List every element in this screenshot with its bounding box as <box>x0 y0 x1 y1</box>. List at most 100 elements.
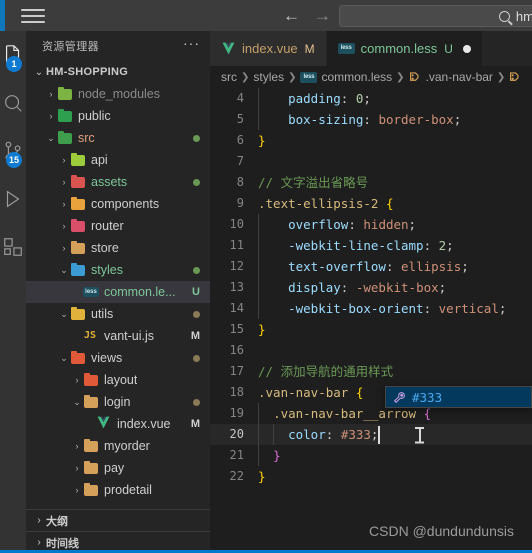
chevron-down-icon: ⌄ <box>60 352 68 363</box>
folder-layout-icon <box>83 372 99 388</box>
folder-router-icon <box>70 218 86 234</box>
activity-bar-item-extensions[interactable] <box>0 223 26 271</box>
file-js-icon: JS <box>84 330 97 341</box>
code-line-text: .van-nav-bar { <box>258 385 364 400</box>
folder-login-icon <box>83 394 99 410</box>
folder-node-modules-icon <box>57 86 73 102</box>
code-line: 7 <box>210 151 532 172</box>
tree-item-src[interactable]: ⌄ src <box>26 127 210 149</box>
chevron-right-icon: › <box>62 199 66 209</box>
folder-prodetail-icon <box>83 482 99 498</box>
tree-item-label: store <box>91 241 119 255</box>
tree-item-utils[interactable]: ⌄ utils <box>26 303 210 325</box>
editor-tab-index-vue[interactable]: index.vue M <box>210 31 327 66</box>
tab-dirty-indicator[interactable] <box>462 44 471 53</box>
workspace-root-row[interactable]: ⌄ HM-SHOPPING <box>26 61 210 83</box>
git-status-dot <box>193 310 200 318</box>
activity-bar-item-source-control[interactable]: 15 <box>0 127 26 175</box>
line-number: 15 <box>229 322 244 336</box>
breadcrumb: src ❯ styles ❯ less common.less ❯ .van-nav-bar ❯ <box>210 66 532 88</box>
back-arrow-icon[interactable]: ← <box>283 7 300 24</box>
breadcrumb-item[interactable]: src <box>221 70 237 84</box>
tab-status-suffix: U <box>444 41 453 56</box>
code-line-text: text-overflow: ellipsis; <box>288 259 469 274</box>
folder-public-icon <box>57 108 73 124</box>
panel-timeline-label: 时间线 <box>46 537 79 550</box>
tree-item-styles[interactable]: ⌄ styles <box>26 259 210 281</box>
tree-item-login[interactable]: ⌄ login <box>26 391 210 413</box>
workspace-root-label: HM-SHOPPING <box>46 66 129 78</box>
chevron-right-icon: › <box>62 155 66 165</box>
tree-item-common-le-[interactable]: less common.le... U <box>26 281 210 303</box>
tree-item-components[interactable]: › components <box>26 193 210 215</box>
line-number: 4 <box>236 91 244 105</box>
git-status-dot <box>193 178 200 186</box>
chevron-down-icon: ⌄ <box>47 132 55 143</box>
tree-item-store[interactable]: › store <box>26 237 210 259</box>
line-number: 16 <box>229 343 244 357</box>
breadcrumb-item[interactable]: .van-nav-bar <box>409 70 493 84</box>
code-line-text: -webkit-box-orient: vertical; <box>288 301 507 316</box>
source-control-badge: 15 <box>6 152 23 168</box>
breadcrumb-label: src <box>221 70 237 84</box>
breadcrumb-item[interactable] <box>509 71 522 83</box>
breadcrumb-item[interactable]: styles <box>253 70 284 84</box>
chevron-down-icon: ⌄ <box>60 308 68 319</box>
code-line: 22} <box>210 466 532 487</box>
line-number: 21 <box>229 448 244 462</box>
tree-item-prodetail[interactable]: › prodetail <box>26 479 210 501</box>
folder-src-icon <box>57 130 73 146</box>
activity-bar-item-search[interactable] <box>0 79 26 127</box>
tree-item-label: index.vue <box>117 417 171 431</box>
tree-item-label: layout <box>104 373 138 387</box>
text-cursor <box>378 426 380 444</box>
line-number: 22 <box>229 469 244 483</box>
tree-item-layout[interactable]: › layout <box>26 369 210 391</box>
code-line: 20 color: #333; <box>210 424 532 445</box>
panel-outline[interactable]: › 大纲 <box>26 509 210 531</box>
code-line-text: // 文字溢出省略号 <box>258 175 369 190</box>
folder-components-icon <box>70 196 86 212</box>
chevron-right-icon: › <box>75 485 79 495</box>
activity-bar-item-explorer[interactable]: 1 <box>0 31 26 79</box>
chevron-right-icon: › <box>62 177 66 187</box>
explorer-more-actions-icon[interactable]: ··· <box>181 35 202 57</box>
hamburger-menu-icon[interactable] <box>21 6 45 26</box>
breadcrumb-separator-icon: ❯ <box>396 71 405 83</box>
chevron-right-icon: › <box>49 111 53 121</box>
tree-item-router[interactable]: › router <box>26 215 210 237</box>
tree-item-assets[interactable]: › assets <box>26 171 210 193</box>
chevron-right-icon: › <box>75 375 79 385</box>
code-editor[interactable]: 4 padding: 0; 5 box-sizing: border-box; 6}… <box>210 88 532 528</box>
command-center-search[interactable]: hm-sh <box>339 5 532 27</box>
panel-outline-label: 大纲 <box>46 515 68 528</box>
tree-item-api[interactable]: › api <box>26 149 210 171</box>
mouse-ibeam-pointer <box>415 427 424 443</box>
tab-label: index.vue <box>242 41 298 56</box>
tree-item-myorder[interactable]: › myorder <box>26 435 210 457</box>
breadcrumb-item[interactable]: less common.less <box>300 70 392 84</box>
tree-item-node-modules[interactable]: › node_modules <box>26 83 210 105</box>
folder-api-icon <box>70 152 86 168</box>
tree-item-public[interactable]: › public <box>26 105 210 127</box>
tree-item-pay[interactable]: › pay <box>26 457 210 479</box>
editor-tab-common-less[interactable]: less common.less U <box>326 31 483 66</box>
chevron-right-icon: › <box>75 441 79 451</box>
forward-arrow-icon[interactable]: → <box>314 7 331 24</box>
line-number: 7 <box>236 154 244 168</box>
tree-item-index-vue[interactable]: index.vue M <box>26 413 210 435</box>
line-number: 12 <box>229 259 244 273</box>
git-status-badge: M <box>190 418 200 430</box>
tree-item-views[interactable]: ⌄ views <box>26 347 210 369</box>
breadcrumb-label: .van-nav-bar <box>425 70 493 84</box>
suggestion-item[interactable]: #333 <box>386 387 531 407</box>
activity-bar-item-run-and-debug[interactable] <box>0 175 26 223</box>
code-line: 5 box-sizing: border-box; <box>210 109 532 130</box>
tree-item-label: components <box>91 197 160 211</box>
chevron-right-icon: › <box>37 515 41 526</box>
autocomplete-suggestion-popup[interactable]: #333 <box>385 386 532 408</box>
tree-item-vant-ui-js[interactable]: JS vant-ui.js M <box>26 325 210 347</box>
line-number: 8 <box>236 175 244 189</box>
vue-file-icon <box>221 42 236 55</box>
chevron-down-icon: ⌄ <box>34 66 44 78</box>
